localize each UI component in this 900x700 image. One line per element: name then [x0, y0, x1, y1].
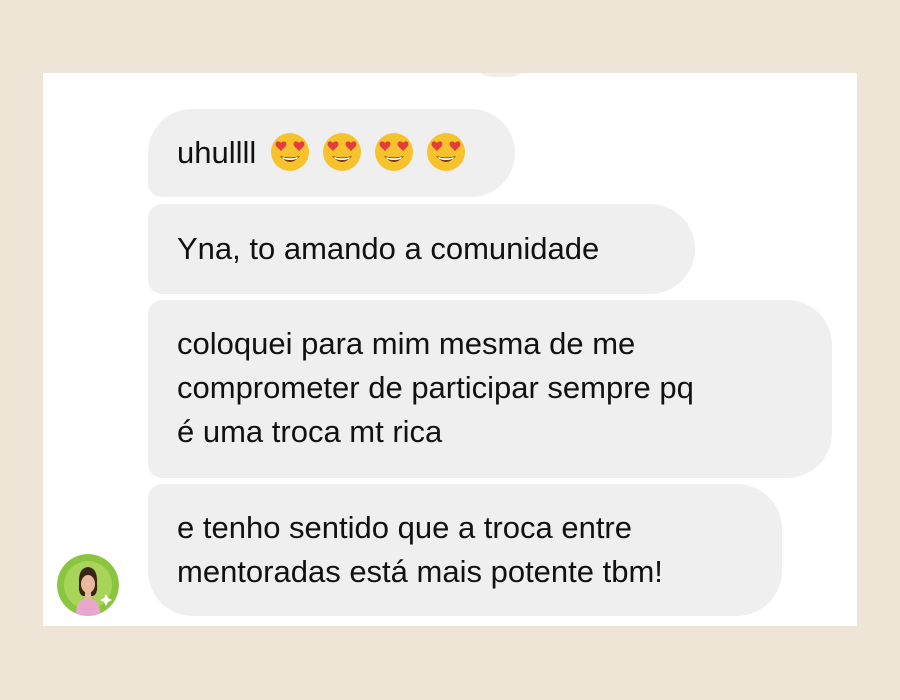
message-text: uhullll — [177, 135, 257, 170]
heart-eyes-emoji-icon — [271, 132, 310, 171]
message-text: coloquei para mim mesma de me compromete… — [177, 326, 694, 449]
message-bubble-2[interactable]: Yna, to amando a comunidade — [148, 204, 695, 294]
message-bubble-4[interactable]: e tenho sentido que a troca entre mentor… — [148, 484, 782, 616]
heart-eyes-emoji-icon — [323, 132, 362, 171]
message-text: e tenho sentido que a troca entre mentor… — [177, 510, 663, 589]
emoji-group — [270, 132, 466, 172]
message-text: Yna, to amando a comunidade — [177, 231, 600, 266]
message-bubble-1[interactable]: uhullll — [148, 109, 515, 197]
message-bubble-3[interactable]: coloquei para mim mesma de me compromete… — [148, 300, 832, 478]
chat-thread: uhullll Yna, to amando a comunidade colo… — [43, 73, 857, 626]
heart-eyes-emoji-icon — [427, 132, 466, 171]
heart-eyes-emoji-icon — [375, 132, 414, 171]
previous-message-bubble[interactable] — [471, 73, 531, 77]
sender-avatar[interactable] — [57, 554, 119, 616]
sender-avatar-icon — [57, 554, 119, 616]
